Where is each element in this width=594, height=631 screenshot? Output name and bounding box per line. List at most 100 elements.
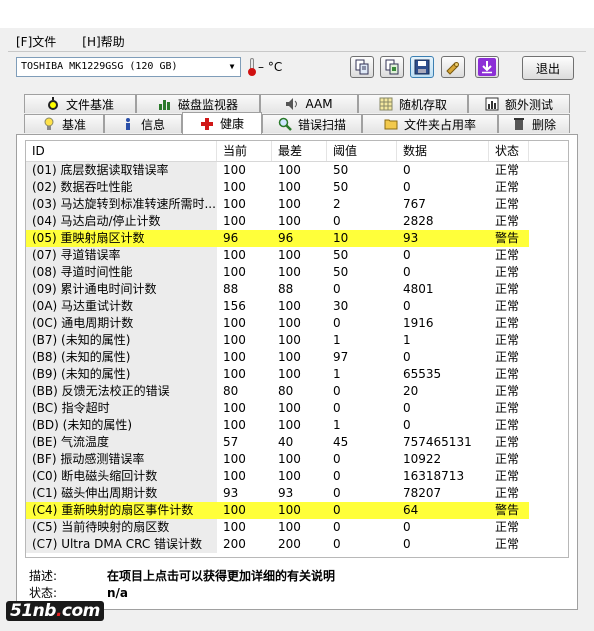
cell-id: (C5) 当前待映射的扇区数 — [26, 519, 217, 536]
cell-worst: 200 — [278, 537, 301, 551]
tab-error-scan[interactable]: 错误扫描 — [262, 114, 362, 133]
row-spacer — [529, 451, 568, 468]
cell-worst: 100 — [278, 503, 301, 517]
table-row[interactable]: (09) 累计通电时间计数 88 88 0 4801 正常 — [26, 281, 568, 298]
row-spacer — [529, 468, 568, 485]
cell-worst: 100 — [278, 520, 301, 534]
save-button[interactable] — [410, 56, 434, 78]
cell-current: 100 — [223, 350, 246, 364]
cell-status: 正常 — [495, 299, 520, 313]
tab-label: 磁盘监视器 — [177, 97, 238, 112]
table-row[interactable]: (C1) 磁头伸出周期计数 93 93 0 78207 正常 — [26, 485, 568, 502]
cell-data: 0 — [403, 401, 411, 415]
table-row[interactable]: (BB) 反馈无法校正的错误 80 80 0 20 正常 — [26, 383, 568, 400]
cell-status: 正常 — [495, 486, 520, 500]
cell-current: 100 — [223, 265, 246, 279]
row-spacer — [529, 383, 568, 400]
table-row[interactable]: (02) 数据吞吐性能 100 100 50 0 正常 — [26, 179, 568, 196]
exit-button[interactable]: 退出 — [522, 56, 574, 80]
cell-status: 正常 — [495, 537, 520, 551]
tab-erase[interactable]: 删除 — [498, 114, 570, 133]
cell-worst: 100 — [278, 299, 301, 313]
column-header-current[interactable]: 当前 — [217, 141, 272, 161]
table-row[interactable]: (B9) (未知的属性) 100 100 1 65535 正常 — [26, 366, 568, 383]
menu-file[interactable]: [F]文件 — [14, 33, 58, 49]
cell-worst: 100 — [278, 333, 301, 347]
row-spacer — [529, 281, 568, 298]
options-button[interactable] — [441, 56, 465, 78]
tab-aam[interactable]: AAM — [260, 94, 358, 113]
cell-id: (05) 重映射扇区计数 — [32, 231, 145, 245]
health-panel: ID 当前 最差 阈值 数据 状态 (01) 底层数据读取错误率 100 100 50… — [16, 134, 578, 610]
tab-random-access[interactable]: 随机存取 — [358, 94, 468, 113]
cell-data: 0 — [403, 418, 411, 432]
table-row[interactable]: (C5) 当前待映射的扇区数 100 100 0 0 正常 — [26, 519, 568, 536]
tab-extra-tests[interactable]: 额外测试 — [468, 94, 570, 113]
table-row[interactable]: (0C) 通电周期计数 100 100 0 1916 正常 — [26, 315, 568, 332]
cell-worst: 100 — [278, 214, 301, 228]
table-row[interactable]: (C7) Ultra DMA CRC 错误计数 200 200 0 0 正常 — [26, 536, 568, 553]
row-spacer — [529, 196, 568, 213]
table-row[interactable]: (04) 马达启动/停止计数 100 100 0 2828 正常 — [26, 213, 568, 230]
table-row[interactable]: (BC) 指令超时 100 100 0 0 正常 — [26, 400, 568, 417]
column-header-spacer — [529, 141, 568, 161]
table-row[interactable]: (BE) 气流温度 57 40 45 757465131 正常 — [26, 434, 568, 451]
cell-id: (BF) 振动感测错误率 — [26, 451, 217, 468]
cell-worst: 100 — [278, 452, 301, 466]
table-row[interactable]: (01) 底层数据读取错误率 100 100 50 0 正常 — [26, 162, 568, 179]
speaker-icon — [285, 97, 299, 111]
copy-screenshot-button[interactable] — [380, 56, 404, 78]
cell-worst: 93 — [278, 486, 294, 500]
cell-data: 0 — [403, 537, 411, 551]
table-row[interactable]: (B7) (未知的属性) 100 100 1 1 正常 — [26, 332, 568, 349]
table-row[interactable]: (03) 马达旋转到标准转速所需时... 100 100 2 767 正常 — [26, 196, 568, 213]
cell-id: (0A) 马达重试计数 — [26, 298, 217, 315]
thermometer-icon — [248, 58, 256, 76]
drive-select[interactable]: TOSHIBA MK1229GSG (120 GB) ▼ — [16, 57, 241, 77]
cell-id: (02) 数据吞吐性能 — [26, 179, 217, 196]
cell-status: 正常 — [495, 350, 520, 364]
folder-icon — [384, 117, 398, 131]
cell-threshold: 0 — [333, 520, 341, 534]
table-row[interactable]: (0A) 马达重试计数 156 100 30 0 正常 — [26, 298, 568, 315]
table-row[interactable]: (05) 重映射扇区计数 96 96 10 93 警告 — [26, 230, 568, 247]
tab-label: 健康 — [219, 117, 244, 131]
table-row[interactable]: (BF) 振动感测错误率 100 100 0 10922 正常 — [26, 451, 568, 468]
column-header-id[interactable]: ID — [26, 141, 217, 161]
cell-data: 64 — [403, 503, 419, 517]
table-row[interactable]: (C0) 断电磁头缩回计数 100 100 0 16318713 正常 — [26, 468, 568, 485]
cell-current: 93 — [223, 486, 239, 500]
cell-current: 100 — [223, 520, 246, 534]
table-row[interactable]: (C4) 重新映射的扇区事件计数 100 100 0 64 警告 — [26, 502, 568, 519]
grid-icon — [379, 97, 393, 111]
menu-help[interactable]: [H]帮助 — [80, 33, 126, 49]
tab-info[interactable]: 信息 — [104, 114, 182, 133]
tab-health[interactable]: 健康 — [182, 112, 262, 134]
chevron-down-icon[interactable]: ▼ — [224, 58, 240, 76]
table-row[interactable]: (B8) (未知的属性) 100 100 97 0 正常 — [26, 349, 568, 366]
column-header-status[interactable]: 状态 — [489, 141, 529, 161]
cell-worst: 100 — [278, 367, 301, 381]
row-spacer — [529, 349, 568, 366]
download-button[interactable] — [475, 56, 499, 78]
cell-data: 0 — [403, 180, 411, 194]
cell-threshold: 0 — [333, 503, 341, 517]
tab-disk-monitor[interactable]: 磁盘监视器 — [136, 94, 260, 113]
cell-threshold: 1 — [333, 367, 341, 381]
column-header-worst[interactable]: 最差 — [272, 141, 327, 161]
copy-button[interactable] — [350, 56, 374, 78]
tab-folder-usage[interactable]: 文件夹占用率 — [362, 114, 498, 133]
cell-id: (09) 累计通电时间计数 — [26, 281, 217, 298]
cell-status: 正常 — [495, 214, 520, 228]
table-row[interactable]: (07) 寻道错误率 100 100 50 0 正常 — [26, 247, 568, 264]
table-row[interactable]: (BD) (未知的属性) 100 100 1 0 正常 — [26, 417, 568, 434]
table-row[interactable]: (08) 寻道时间性能 100 100 50 0 正常 — [26, 264, 568, 281]
tab-file-benchmark[interactable]: 文件基准 — [24, 94, 136, 113]
magnifier-icon — [278, 117, 292, 131]
tab-benchmark[interactable]: 基准 — [24, 114, 104, 133]
cell-threshold: 50 — [333, 180, 349, 194]
chart-window-icon — [485, 97, 499, 111]
column-header-threshold[interactable]: 阈值 — [327, 141, 397, 161]
column-header-data[interactable]: 数据 — [397, 141, 489, 161]
row-spacer — [529, 298, 568, 315]
